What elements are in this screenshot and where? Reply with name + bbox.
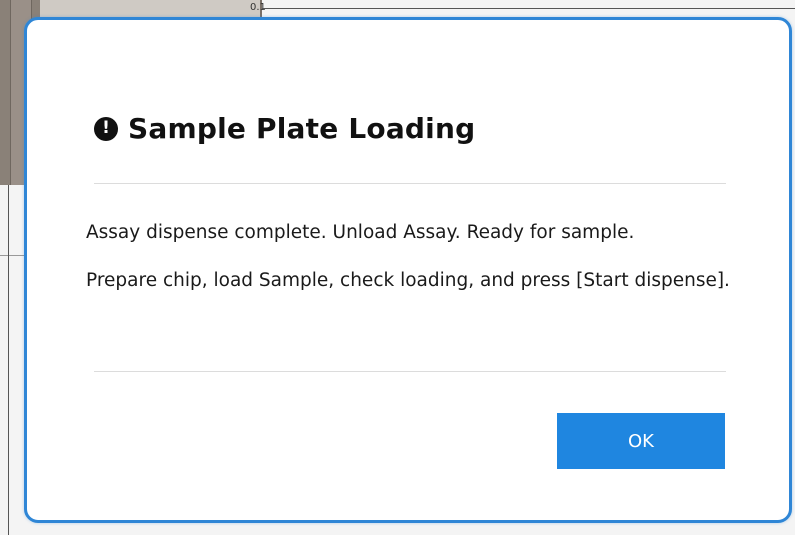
footer-divider	[94, 371, 726, 372]
dialog-message-status: Assay dispense complete. Unload Assay. R…	[86, 222, 635, 243]
dialog-header: ! Sample Plate Loading	[94, 112, 475, 145]
ok-button[interactable]: OK	[557, 413, 725, 469]
dialog-body: Assay dispense complete. Unload Assay. R…	[86, 220, 746, 316]
exclamation-circle-icon: !	[94, 116, 118, 141]
background-top-line	[262, 8, 795, 9]
dialog-message-instructions: Prepare chip, load Sample, check loading…	[86, 270, 730, 291]
background-border-line	[8, 185, 9, 535]
header-divider	[94, 183, 726, 184]
dialog-title: Sample Plate Loading	[128, 112, 476, 145]
sample-plate-loading-dialog: ! Sample Plate Loading Assay dispense co…	[24, 17, 792, 523]
